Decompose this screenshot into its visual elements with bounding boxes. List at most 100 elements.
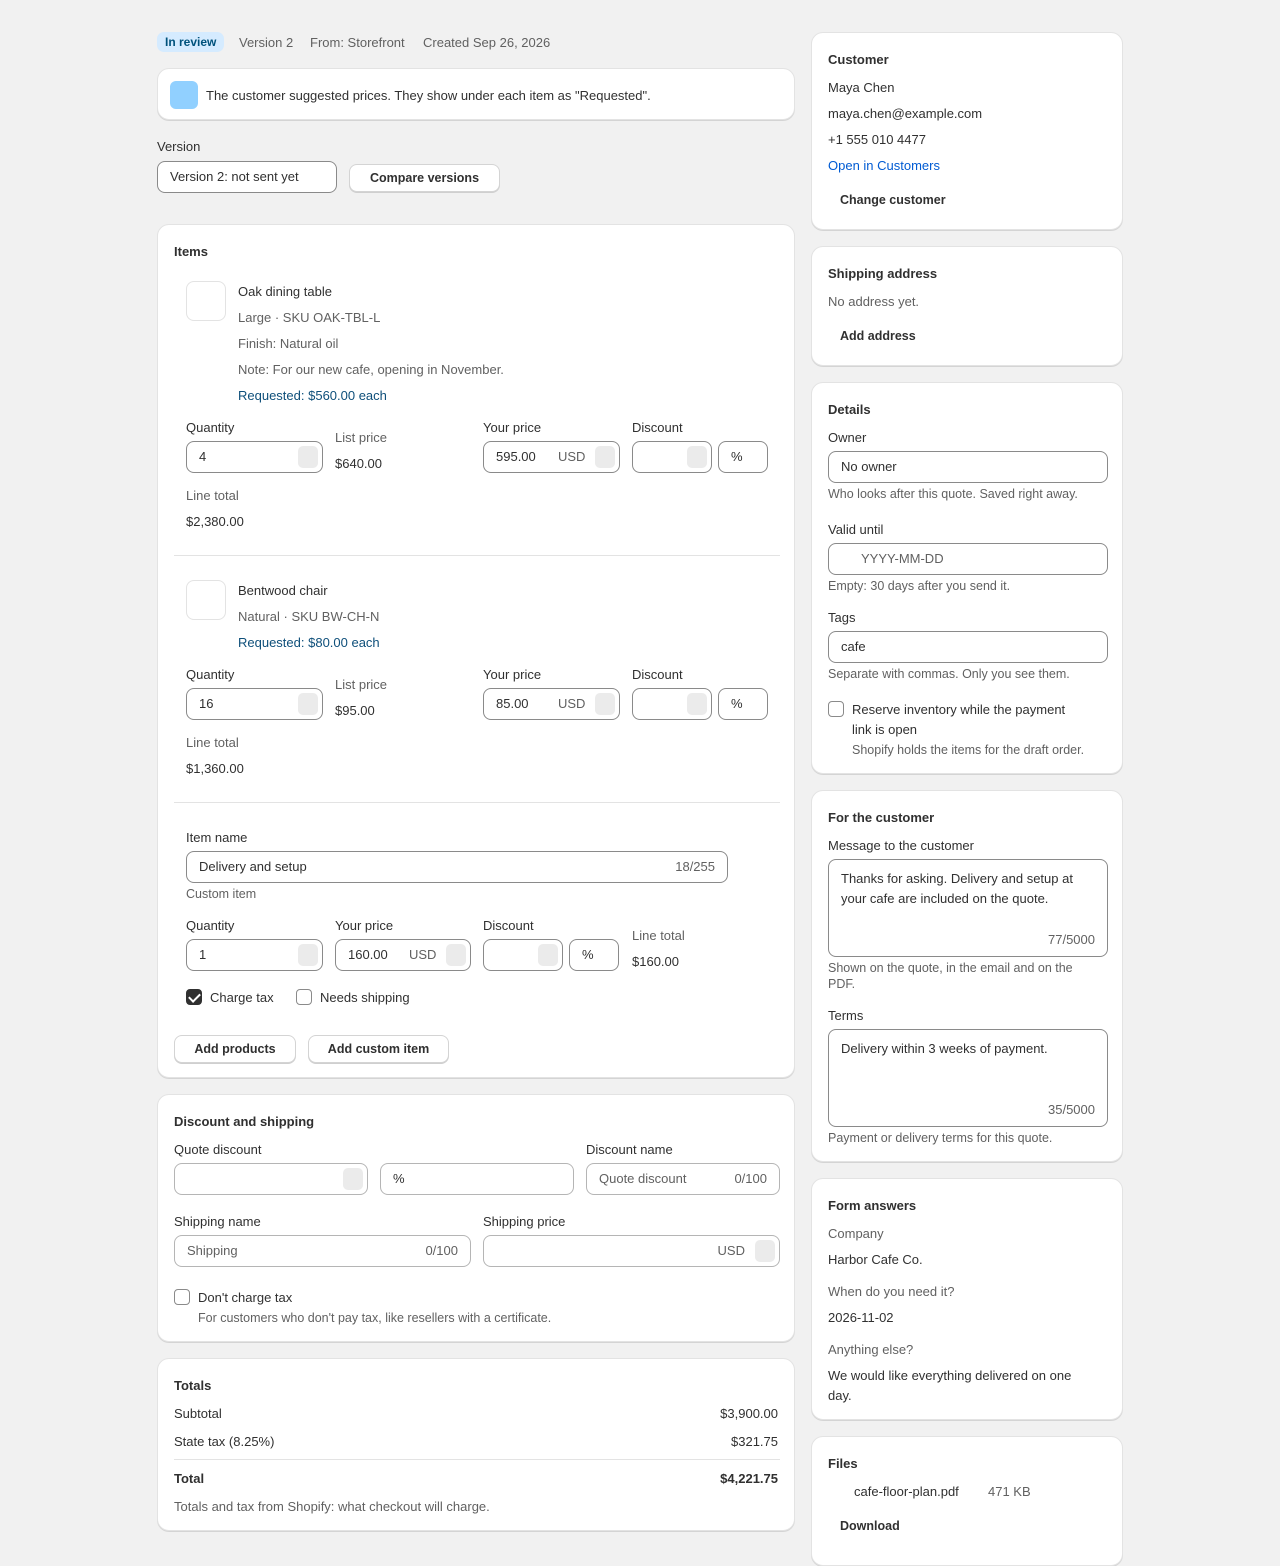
version-select-value: Version 2: not sent yet: [170, 169, 299, 184]
form-answer: We would like everything delivered on on…: [828, 1368, 1072, 1383]
your-price-value: 595.00: [496, 449, 536, 464]
line-total-value: $2,380.00: [186, 514, 244, 529]
add-custom-item-button[interactable]: Add custom item: [308, 1035, 449, 1063]
download-button[interactable]: Download: [840, 1519, 900, 1533]
discount-unit: %: [731, 696, 743, 711]
form-answers-card: Form answers Company Harbor Cafe Co. Whe…: [811, 1178, 1123, 1420]
info-icon: [170, 81, 198, 109]
file-name[interactable]: cafe-floor-plan.pdf: [854, 1484, 959, 1499]
discount-input[interactable]: [632, 441, 712, 473]
source-label: From: Storefront: [310, 35, 405, 50]
add-products-button[interactable]: Add products: [174, 1035, 296, 1063]
message-line: your cafe are included on the quote.: [841, 891, 1049, 906]
discount-shipping-title: Discount and shipping: [174, 1114, 315, 1129]
reserve-inventory-label-line2[interactable]: link is open: [852, 722, 917, 737]
open-in-customers-link[interactable]: Open in Customers: [828, 158, 940, 173]
product-name[interactable]: Oak dining table: [238, 284, 332, 299]
discount-type-select[interactable]: %: [569, 939, 619, 971]
terms-counter: 35/5000: [1048, 1102, 1095, 1117]
terms-label: Terms: [828, 1008, 864, 1023]
currency-suffix: USD: [409, 947, 437, 962]
totals-title: Totals: [174, 1378, 212, 1393]
quote-discount-label: Quote discount: [174, 1142, 262, 1157]
form-question: Company: [828, 1226, 884, 1241]
charge-tax-label[interactable]: Charge tax: [210, 990, 274, 1005]
quantity-input[interactable]: 16: [186, 688, 323, 720]
price-stepper[interactable]: [446, 944, 466, 966]
message-counter: 77/5000: [1048, 932, 1095, 947]
needs-shipping-label[interactable]: Needs shipping: [320, 990, 410, 1005]
price-stepper[interactable]: [595, 693, 615, 715]
created-date: Created Sep 26, 2026: [423, 35, 551, 50]
quote-discount-input[interactable]: [174, 1163, 368, 1195]
shipping-name-label: Shipping name: [174, 1214, 261, 1229]
shipping-price-input[interactable]: USD: [483, 1235, 780, 1267]
quantity-stepper[interactable]: [298, 446, 318, 468]
for-customer-title: For the customer: [828, 810, 935, 825]
discount-stepper[interactable]: [687, 446, 707, 468]
version-select-label: Version: [157, 139, 201, 154]
dont-charge-tax-label[interactable]: Don't charge tax: [198, 1290, 292, 1305]
tags-input[interactable]: cafe: [828, 631, 1108, 663]
item-name-input[interactable]: Delivery and setup 18/255: [186, 851, 728, 883]
info-banner: The customer suggested prices. They show…: [157, 68, 795, 120]
discount-stepper[interactable]: [687, 693, 707, 715]
message-help-line1: Shown on the quote, in the email and on …: [828, 961, 1073, 975]
line-total-label: Line total: [632, 928, 685, 943]
shipping-price-stepper[interactable]: [755, 1240, 775, 1262]
item-name-counter: 18/255: [675, 859, 715, 874]
quantity-stepper[interactable]: [298, 693, 318, 715]
discount-type-select[interactable]: %: [718, 441, 768, 473]
item-name-value: Delivery and setup: [199, 859, 307, 874]
item-divider: [174, 802, 780, 803]
needs-shipping-checkbox[interactable]: [296, 989, 312, 1005]
discount-name-input[interactable]: Quote discount 0/100: [586, 1163, 780, 1195]
quantity-input[interactable]: 1: [186, 939, 323, 971]
currency-suffix: USD: [558, 449, 586, 464]
discount-stepper[interactable]: [538, 944, 558, 966]
tags-help: Separate with commas. Only you see them.: [828, 667, 1070, 681]
shipping-name-input[interactable]: Shipping 0/100: [174, 1235, 471, 1267]
tags-value: cafe: [841, 639, 866, 654]
owner-value: No owner: [841, 459, 897, 474]
valid-until-input[interactable]: YYYY-MM-DD: [828, 543, 1108, 575]
change-customer-button[interactable]: Change customer: [840, 193, 946, 207]
customer-email[interactable]: maya.chen@example.com: [828, 106, 982, 121]
your-price-input[interactable]: 160.00 USD: [335, 939, 471, 971]
list-price-label: List price: [335, 430, 388, 445]
reserve-inventory-label-line1[interactable]: Reserve inventory while the payment: [852, 702, 1065, 717]
discount-input[interactable]: [483, 939, 563, 971]
requested-price: Requested: $560.00 each: [238, 388, 387, 403]
version-select[interactable]: Version 2: not sent yet: [157, 161, 337, 193]
quote-discount-stepper[interactable]: [343, 1168, 363, 1190]
discount-label: Discount: [483, 918, 534, 933]
discount-name-counter: 0/100: [734, 1171, 767, 1186]
price-stepper[interactable]: [595, 446, 615, 468]
add-address-button[interactable]: Add address: [840, 329, 916, 343]
quote-discount-type-select[interactable]: %: [380, 1163, 574, 1195]
quantity-stepper[interactable]: [298, 944, 318, 966]
for-customer-card: For the customer Message to the customer…: [811, 790, 1123, 1162]
your-price-input[interactable]: 595.00 USD: [483, 441, 620, 473]
charge-tax-checkbox[interactable]: [186, 989, 202, 1005]
message-textarea[interactable]: Thanks for asking. Delivery and setup at…: [828, 859, 1108, 957]
list-price-label: List price: [335, 677, 388, 692]
files-card: Files cafe-floor-plan.pdf 471 KB Downloa…: [811, 1436, 1123, 1566]
your-price-input[interactable]: 85.00 USD: [483, 688, 620, 720]
owner-select[interactable]: No owner: [828, 451, 1108, 483]
discount-type-select[interactable]: %: [718, 688, 768, 720]
line-total-label: Line total: [186, 735, 239, 750]
currency-suffix: USD: [558, 696, 586, 711]
discount-shipping-card: Discount and shipping Quote discount % D…: [157, 1094, 795, 1342]
product-name[interactable]: Bentwood chair: [238, 583, 328, 598]
details-title: Details: [828, 402, 871, 417]
discount-label: Discount: [632, 667, 683, 682]
totals-note: Totals and tax from Shopify: what checko…: [174, 1499, 490, 1514]
terms-textarea[interactable]: Delivery within 3 weeks of payment. 35/5…: [828, 1029, 1108, 1127]
discount-input[interactable]: [632, 688, 712, 720]
dont-charge-tax-checkbox[interactable]: [174, 1289, 190, 1305]
reserve-inventory-checkbox[interactable]: [828, 701, 844, 717]
compare-versions-button[interactable]: Compare versions: [349, 164, 500, 192]
subtotal-label: Subtotal: [174, 1406, 222, 1421]
quantity-input[interactable]: 4: [186, 441, 323, 473]
